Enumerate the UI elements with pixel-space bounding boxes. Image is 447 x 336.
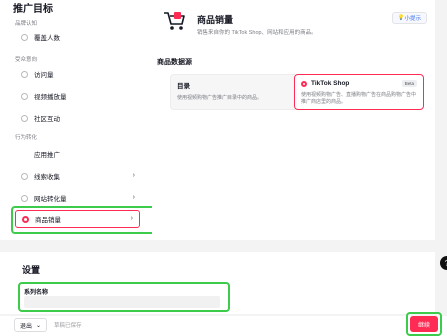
card-description: 使用视频购物广告推广目录中的商品。 (177, 95, 263, 101)
option-label: 覆盖人数 (34, 35, 60, 42)
tips-button[interactable]: 💡 小提示 (391, 12, 427, 24)
tips-label: 小提示 (404, 16, 421, 22)
radio-icon (21, 33, 28, 41)
objective-title: 推广目标 (13, 4, 53, 15)
beta-badge: Beta (401, 80, 417, 87)
source-card-catalog[interactable]: 目录 使用视频购物广告推广目录中的商品。 (170, 74, 300, 110)
option-website-conversions[interactable]: 网站转化量 › (15, 190, 143, 206)
radio-icon (21, 70, 28, 78)
card-description: 使用视频购物广告、直播购物广告在商品购物广告中推广商店里的商品。 (301, 92, 417, 105)
radio-selected-icon (22, 215, 29, 223)
chevron-right-icon: › (132, 194, 135, 201)
option-community[interactable]: 社区互动 (15, 110, 143, 126)
option-label: 商品销量 (35, 217, 61, 224)
exit-button[interactable]: 退出 ⌄ (14, 318, 48, 332)
objective-description: 销售来自你的 TikTok Shop、网站和应用的商品。 (197, 30, 317, 36)
series-name-label: 系列名称 (24, 290, 49, 296)
radio-icon (21, 172, 28, 180)
chevron-right-icon: › (132, 172, 135, 179)
exit-label: 退出 (20, 323, 33, 330)
help-icon[interactable]: ? (440, 256, 447, 270)
option-label: 应用推广 (34, 152, 60, 159)
option-app-promotion[interactable]: 应用推广 (15, 146, 143, 162)
option-traffic[interactable]: 访问量 (15, 66, 143, 82)
group-label-consideration: 受众意向 (15, 57, 38, 63)
chevron-right-icon: › (130, 215, 133, 222)
objective-heading: 商品销量 (197, 15, 234, 25)
radio-icon (21, 194, 28, 202)
radio-icon (21, 92, 28, 100)
option-product-sales[interactable]: 商品销量 › (15, 210, 140, 228)
continue-button[interactable]: 继续 (410, 316, 438, 332)
group-label-conversion: 行为转化 (15, 135, 38, 141)
option-lead-generation[interactable]: 线索收集 › (15, 168, 143, 184)
data-source-title: 商品数据源 (157, 59, 192, 66)
option-label: 网站转化量 (34, 196, 67, 203)
option-label: 视频播放量 (34, 94, 67, 101)
source-card-tiktok-shop[interactable]: TikTok Shop Beta 使用视频购物广告、直播购物广告在商品购物广告中… (294, 74, 424, 110)
option-label: 社区互动 (34, 116, 60, 123)
card-title: 目录 (177, 83, 190, 90)
option-reach[interactable]: 覆盖人数 (15, 29, 143, 45)
group-label-awareness: 品牌认知 (15, 21, 38, 27)
settings-title: 设置 (22, 265, 41, 275)
option-label: 访问量 (34, 72, 54, 79)
chevron-down-icon: ⌄ (36, 322, 42, 329)
series-name-input[interactable] (24, 296, 220, 308)
draft-saved-status: 草稿已保存 (54, 323, 82, 329)
radio-selected-icon (301, 80, 307, 87)
option-label: 线索收集 (34, 174, 60, 181)
card-title: TikTok Shop (311, 80, 350, 87)
radio-icon (21, 114, 28, 122)
lightbulb-icon: 💡 (397, 15, 405, 21)
shopping-cart-icon (164, 12, 185, 30)
option-video-views[interactable]: 视频播放量 (15, 88, 143, 104)
objective-panel: 推广目标 品牌认知 覆盖人数 受众意向 访问量 视频播放量 社区互动 行为转化 … (0, 0, 152, 240)
objective-detail-panel: 商品销量 销售来自你的 TikTok Shop、网站和应用的商品。 💡 小提示 … (152, 0, 435, 240)
